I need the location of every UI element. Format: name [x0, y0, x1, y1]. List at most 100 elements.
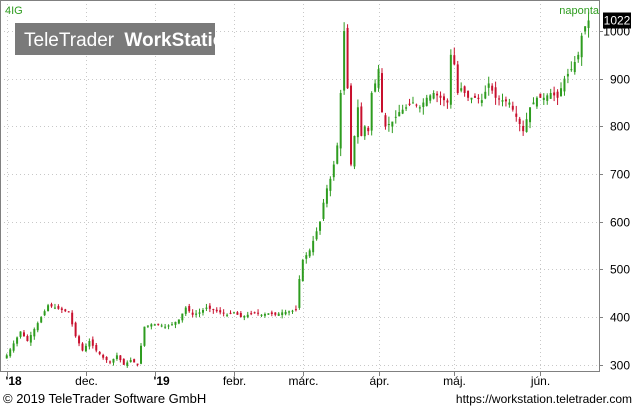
candle — [167, 324, 170, 330]
candle-body — [580, 35, 583, 58]
candle — [566, 68, 569, 84]
candle — [288, 310, 291, 316]
x-tick-label: máj. — [443, 374, 466, 388]
candle — [522, 120, 525, 136]
candle-body — [119, 355, 122, 361]
candle-body — [374, 83, 377, 92]
candle — [356, 99, 359, 144]
candle-body — [394, 116, 397, 118]
candle — [91, 336, 94, 349]
candle — [160, 323, 163, 328]
candle-body — [98, 352, 101, 355]
candle — [19, 331, 22, 339]
candle — [157, 323, 160, 326]
candle-body — [439, 95, 442, 98]
grid — [0, 0, 600, 372]
candle — [188, 303, 191, 313]
candle-body — [232, 312, 235, 314]
y-tick-label: 300 — [610, 359, 630, 373]
candle-body — [346, 27, 349, 89]
candle-body — [570, 69, 573, 71]
candle-body — [477, 97, 480, 99]
candle — [584, 26, 587, 35]
price-chart[interactable]: 3004005006007008009001000 '18 dec. '19 febr… — [0, 0, 635, 389]
candle — [325, 184, 328, 208]
candle — [477, 94, 480, 104]
candle-body — [143, 326, 146, 346]
candle — [553, 86, 556, 102]
candle — [126, 360, 129, 368]
candle — [50, 302, 53, 308]
candle — [105, 356, 108, 363]
candle — [250, 310, 253, 316]
candle-body — [473, 95, 476, 98]
candle — [391, 121, 394, 134]
candle-body — [133, 359, 136, 363]
candle-body — [315, 231, 318, 240]
candle — [181, 313, 184, 323]
y-tick-label: 400 — [610, 311, 630, 325]
candle — [43, 309, 46, 317]
candle-body — [36, 323, 39, 331]
candle — [140, 343, 143, 365]
candle — [53, 303, 56, 310]
candle-body — [188, 306, 191, 312]
candle-body — [360, 106, 363, 136]
watermark: TeleTrader WorkStation — [15, 23, 236, 55]
candle — [226, 313, 229, 318]
candle-body — [429, 95, 432, 101]
symbol-label: 4IG — [5, 5, 23, 17]
candle — [442, 93, 445, 107]
candle — [501, 93, 504, 107]
candle — [398, 104, 401, 117]
candle-body — [398, 112, 401, 117]
candle-body — [291, 310, 294, 312]
website-link[interactable]: https://workstation.teletrader.com — [456, 392, 632, 406]
candle-body — [67, 311, 70, 313]
candle-body — [322, 202, 325, 219]
candle-body — [12, 343, 15, 351]
candle-body — [122, 358, 125, 365]
candle-body — [377, 69, 380, 88]
candle — [305, 252, 308, 264]
candle-body — [363, 126, 366, 137]
candle-body — [425, 97, 428, 106]
candle — [198, 308, 201, 318]
candle — [22, 330, 25, 337]
candle-body — [418, 107, 421, 109]
candle — [174, 321, 177, 329]
candle-body — [229, 312, 232, 314]
y-tick-label: 600 — [610, 216, 630, 230]
candle-body — [301, 259, 304, 282]
candle — [177, 319, 180, 325]
candle — [315, 227, 318, 241]
candle-body — [105, 356, 108, 361]
candle-body — [511, 105, 514, 110]
candle — [384, 112, 387, 130]
x-tick-label: dec. — [75, 374, 98, 388]
candle — [122, 358, 125, 365]
candle-body — [33, 329, 36, 337]
candle-body — [22, 332, 25, 337]
candle — [47, 303, 50, 312]
candle — [16, 336, 19, 347]
candle — [88, 338, 91, 350]
candle-body — [5, 355, 8, 359]
candle — [281, 309, 284, 319]
candle-body — [356, 107, 359, 138]
candle-body — [470, 97, 473, 100]
candle — [191, 309, 194, 318]
candle — [205, 303, 208, 312]
candle — [219, 307, 222, 315]
chart-area[interactable]: 300 400 500 600 700 800 900 1000 '18 dec. '19 febr… — [0, 0, 635, 409]
y-tick-label: 700 — [610, 168, 630, 182]
x-tick-label: jún. — [530, 374, 550, 388]
candle-body — [212, 309, 215, 311]
candle — [201, 308, 204, 316]
candle-body — [319, 221, 322, 231]
candle-body — [339, 93, 342, 149]
candle-body — [432, 93, 435, 99]
candle — [370, 91, 373, 136]
candle-body — [236, 312, 239, 315]
last-price-marker: 1022 — [603, 12, 631, 29]
